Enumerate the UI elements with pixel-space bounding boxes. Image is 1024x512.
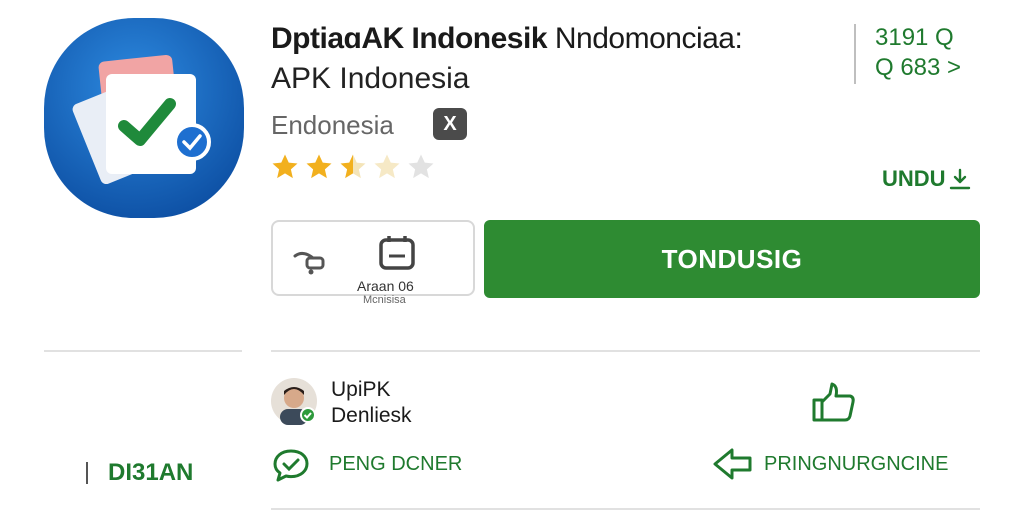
publisher-badge: X — [433, 108, 467, 140]
developer-avatar[interactable] — [270, 377, 318, 425]
device-info-card[interactable]: Araan 06 Mcnisisa — [271, 220, 475, 306]
divider-bottom — [271, 508, 980, 510]
stat-reviews-link[interactable]: Q 683 > — [875, 54, 961, 82]
app-title-bold: DptiaɑAK Indonesik — [271, 22, 548, 55]
side-tick — [86, 462, 88, 484]
download-icon — [949, 168, 970, 190]
developer-contact-link[interactable]: PENG DCNER — [329, 453, 462, 476]
app-subtitle: APK Indonesia — [271, 62, 470, 95]
publisher-name[interactable]: Endonesia — [271, 110, 394, 141]
device-info-sublabel: Mcnisisa — [363, 294, 406, 306]
developer-name-line2[interactable]: Denliesk — [331, 404, 412, 428]
app-icon — [44, 18, 244, 218]
unduh-label: UNDU — [882, 166, 946, 191]
stats-divider — [854, 24, 856, 84]
star-faded-icon — [374, 154, 400, 179]
thumbs-up-icon[interactable] — [810, 380, 860, 424]
device-info-label: Araan 06 — [357, 278, 414, 294]
star-full-icon — [306, 154, 332, 179]
unduh-link[interactable]: UNDU — [882, 166, 972, 192]
app-detail-page: DptiaɑAK Indonesik Nndomonciaa: APK Indo… — [0, 0, 1024, 512]
app-title-light: Nndomonciaa: — [554, 22, 743, 55]
divider-right — [271, 350, 980, 352]
star-half-icon — [340, 154, 366, 179]
install-button[interactable]: TONDUSIG — [484, 220, 980, 298]
star-full-icon — [272, 154, 298, 179]
device-icon — [379, 236, 415, 270]
side-label[interactable]: DI31AN — [108, 459, 193, 487]
developer-name-line1[interactable]: UpiPK — [331, 378, 391, 402]
share-icon[interactable] — [289, 242, 329, 278]
developer-more-link[interactable]: PRINGNURGNCINE — [764, 453, 948, 476]
app-title: DptiaɑAK Indonesik Nndomonciaa: — [271, 22, 743, 56]
star-empty-icon — [408, 154, 434, 179]
rating-stars — [270, 152, 436, 182]
chat-icon — [273, 449, 309, 482]
divider-left — [44, 350, 242, 352]
arrow-icon — [713, 448, 752, 480]
stat-count: 3191 Q — [875, 24, 954, 51]
